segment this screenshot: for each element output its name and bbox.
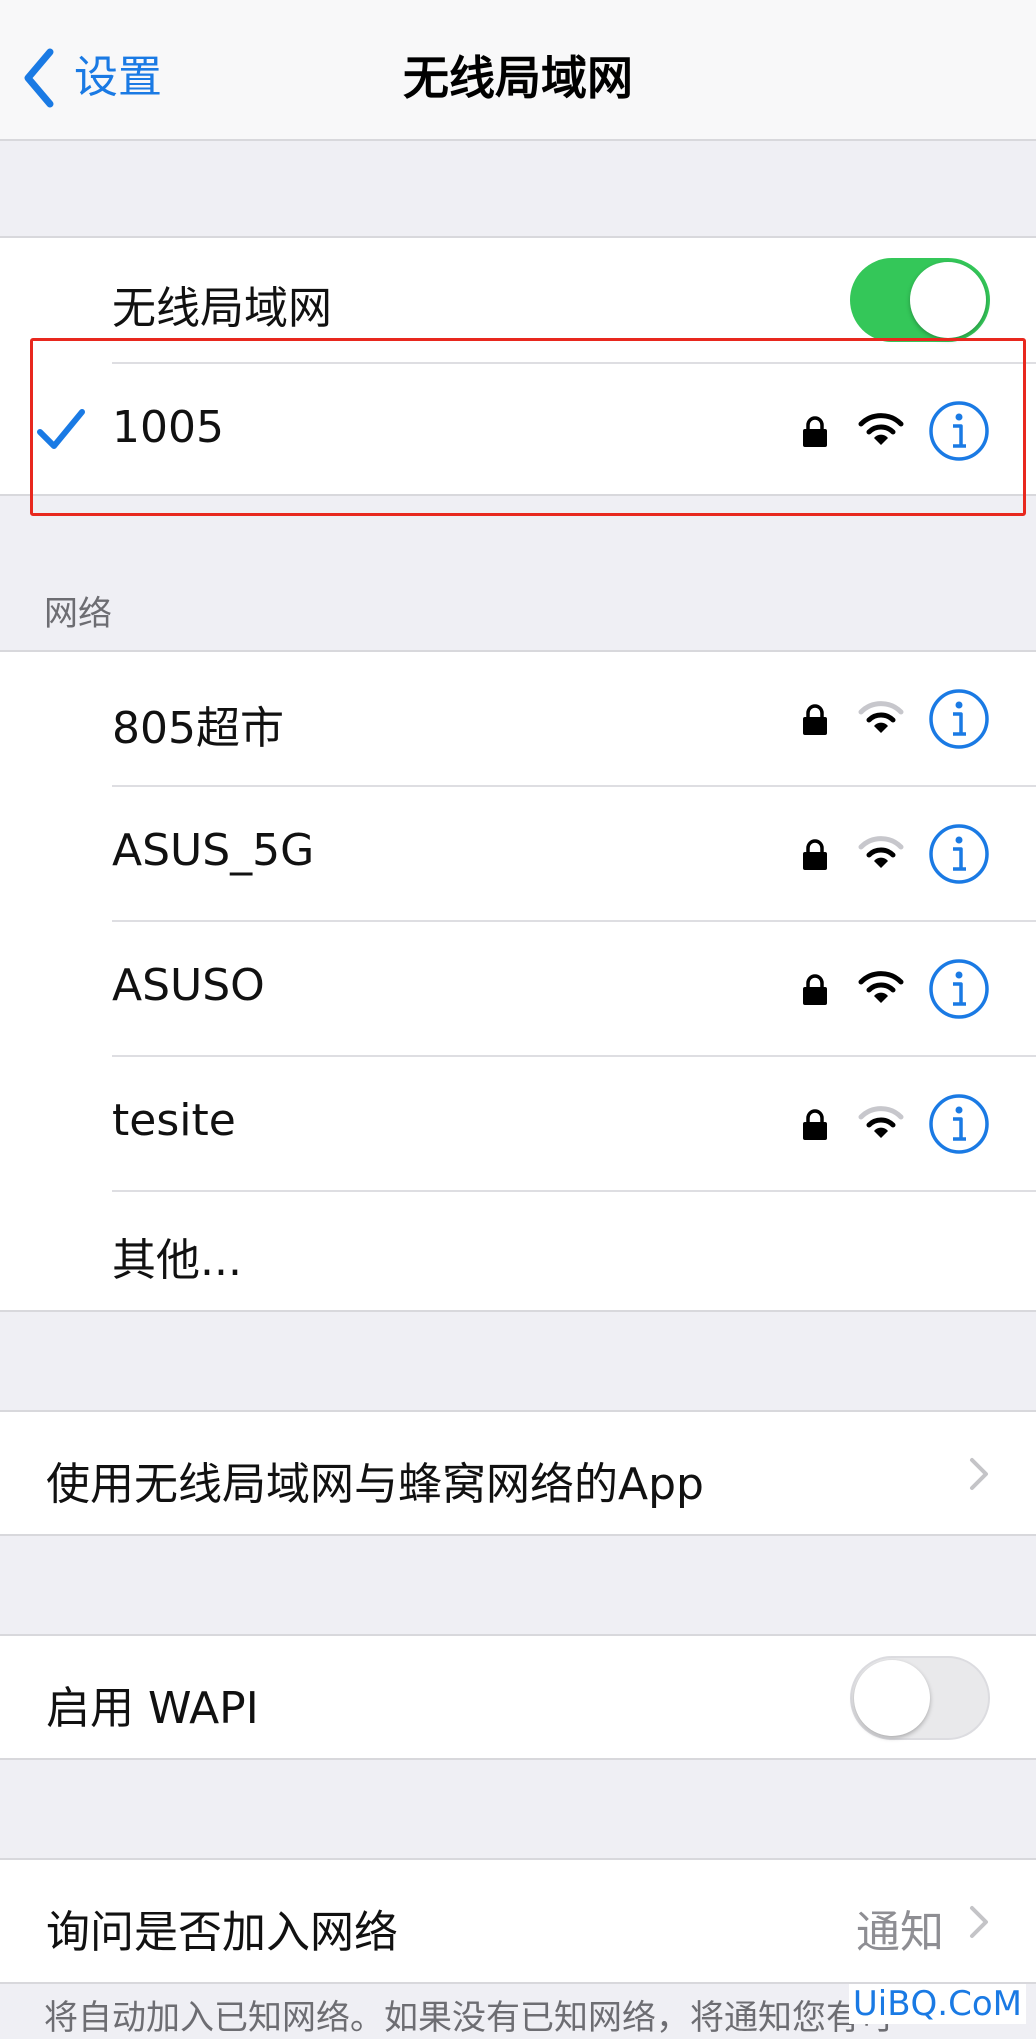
switch-knob bbox=[854, 1660, 930, 1736]
network-row[interactable]: ASUSO bbox=[0, 922, 1036, 1056]
network-row[interactable]: ASUS_5G bbox=[0, 787, 1036, 921]
info-icon[interactable] bbox=[928, 400, 990, 462]
wapi-label: 启用 WAPI bbox=[46, 1683, 259, 1734]
page-title: 无线局域网 bbox=[403, 51, 633, 105]
wifi-toggle-switch[interactable] bbox=[850, 258, 990, 342]
wifi-signal-icon bbox=[858, 971, 904, 1003]
ask-join-footer: 将自动加入已知网络。如果没有已知网络，将通知您有可 bbox=[44, 1998, 894, 2038]
lock-icon bbox=[803, 1109, 827, 1140]
ask-join-row[interactable]: 询问是否加入网络 通知 bbox=[0, 1860, 1036, 1982]
wapi-toggle-switch[interactable] bbox=[850, 1656, 990, 1740]
wifi-signal-icon bbox=[858, 836, 904, 868]
wapi-row: 启用 WAPI bbox=[0, 1636, 1036, 1758]
lock-icon bbox=[803, 704, 827, 735]
network-row[interactable]: tesite bbox=[0, 1057, 1036, 1191]
networks-header: 网络 bbox=[44, 594, 112, 634]
network-name: ASUSO bbox=[112, 960, 265, 1011]
network-name: 805超市 bbox=[112, 703, 284, 754]
ask-join-label: 询问是否加入网络 bbox=[46, 1907, 398, 1958]
info-icon[interactable] bbox=[928, 1093, 990, 1155]
other-network-row[interactable]: 其他... bbox=[0, 1192, 1036, 1312]
info-icon[interactable] bbox=[928, 688, 990, 750]
wifi-signal-icon bbox=[858, 413, 904, 445]
checkmark-icon bbox=[37, 409, 85, 449]
network-name: ASUS_5G bbox=[112, 825, 315, 876]
chevron-right-icon bbox=[970, 1458, 988, 1490]
network-row[interactable]: 805超市 bbox=[0, 652, 1036, 786]
apps-section: 使用无线局域网与蜂窝网络的App bbox=[0, 1410, 1036, 1536]
watermark: UiBQ.CoM bbox=[848, 1984, 1026, 2024]
lock-icon bbox=[803, 839, 827, 870]
other-network-label: 其他... bbox=[112, 1235, 242, 1286]
lock-icon bbox=[803, 974, 827, 1005]
apps-row-label: 使用无线局域网与蜂窝网络的App bbox=[46, 1459, 704, 1510]
apps-row[interactable]: 使用无线局域网与蜂窝网络的App bbox=[0, 1412, 1036, 1534]
info-icon[interactable] bbox=[928, 958, 990, 1020]
wifi-toggle-label: 无线局域网 bbox=[112, 283, 332, 334]
info-icon[interactable] bbox=[928, 823, 990, 885]
ask-join-section: 询问是否加入网络 通知 bbox=[0, 1858, 1036, 1984]
networks-section: 805超市 ASUS_5G ASUSO tesite 其他... bbox=[0, 650, 1036, 1312]
wifi-section: 无线局域网 1005 bbox=[0, 236, 1036, 496]
wapi-section: 启用 WAPI bbox=[0, 1634, 1036, 1760]
connected-network-name: 1005 bbox=[112, 402, 224, 453]
connected-network-row[interactable]: 1005 bbox=[0, 364, 1036, 496]
lock-icon bbox=[803, 416, 827, 447]
navigation-bar: 设置 无线局域网 bbox=[0, 0, 1036, 141]
switch-knob bbox=[910, 262, 986, 338]
network-name: tesite bbox=[112, 1095, 236, 1146]
ask-join-value: 通知 bbox=[856, 1907, 944, 1958]
chevron-right-icon bbox=[970, 1906, 988, 1938]
wifi-signal-icon bbox=[858, 701, 904, 733]
wifi-toggle-row: 无线局域网 bbox=[0, 238, 1036, 364]
wifi-signal-icon bbox=[858, 1106, 904, 1138]
